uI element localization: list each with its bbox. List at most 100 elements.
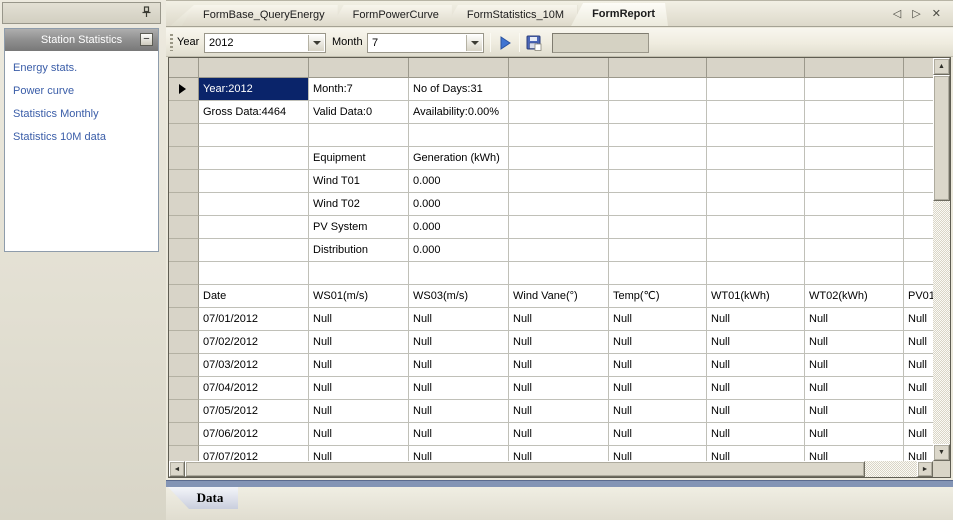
- grid-cell[interactable]: Null: [609, 400, 707, 423]
- grid-cell[interactable]: [309, 262, 409, 285]
- grid-cell[interactable]: 07/05/2012: [199, 400, 309, 423]
- grid-cell[interactable]: Null: [309, 354, 409, 377]
- grid-cell[interactable]: Null: [904, 354, 933, 377]
- row-selector-current[interactable]: [169, 78, 199, 101]
- grid-cell[interactable]: [707, 239, 805, 262]
- sidebar-item-energy-stats[interactable]: Energy stats.: [13, 62, 158, 74]
- grid-cell[interactable]: Null: [707, 354, 805, 377]
- grid-cell[interactable]: Null: [409, 423, 509, 446]
- vertical-scrollbar-thumb[interactable]: [933, 75, 950, 201]
- pin-icon[interactable]: [139, 6, 154, 21]
- grid-cell[interactable]: [509, 193, 609, 216]
- run-query-button[interactable]: [495, 34, 515, 52]
- grid-cell[interactable]: [609, 262, 707, 285]
- grid-cell[interactable]: Null: [609, 308, 707, 331]
- grid-cell[interactable]: Null: [509, 400, 609, 423]
- horizontal-scrollbar-thumb[interactable]: [185, 461, 865, 477]
- grid-cell[interactable]: Null: [805, 331, 904, 354]
- grid-cell[interactable]: 0.000: [409, 216, 509, 239]
- grid-cell[interactable]: [707, 216, 805, 239]
- tab-formstatistics-10m[interactable]: FormStatistics_10M: [446, 5, 577, 26]
- grid-cell[interactable]: [199, 170, 309, 193]
- grid-cell[interactable]: [707, 101, 805, 124]
- grid-cell[interactable]: Null: [409, 377, 509, 400]
- grid-cell[interactable]: Null: [309, 423, 409, 446]
- panel-minimize-button[interactable]: −: [140, 33, 153, 46]
- grid-cell[interactable]: [904, 147, 933, 170]
- vertical-scrollbar-track[interactable]: [933, 201, 950, 444]
- grid-cell[interactable]: Null: [309, 331, 409, 354]
- grid-cell[interactable]: PV01(kWh): [904, 285, 933, 308]
- vertical-scrollbar[interactable]: ▲ ▼: [933, 58, 950, 461]
- grid-cell[interactable]: Null: [904, 377, 933, 400]
- grid-cell[interactable]: Date: [199, 285, 309, 308]
- grid-cell[interactable]: Null: [805, 308, 904, 331]
- grid-cell[interactable]: [609, 170, 707, 193]
- grid-cell[interactable]: Distribution: [309, 239, 409, 262]
- grid-cell[interactable]: [805, 216, 904, 239]
- grid-cell[interactable]: [707, 78, 805, 101]
- grid-cell[interactable]: Null: [805, 423, 904, 446]
- grid-cell[interactable]: Null: [805, 446, 904, 461]
- grid-cell[interactable]: Null: [509, 354, 609, 377]
- grid-cell[interactable]: No of Days:31: [409, 78, 509, 101]
- grid-cell[interactable]: 0.000: [409, 193, 509, 216]
- grid-cell[interactable]: [509, 147, 609, 170]
- row-selector[interactable]: [169, 331, 199, 354]
- grid-cell[interactable]: [509, 262, 609, 285]
- grid-cell[interactable]: Equipment: [309, 147, 409, 170]
- grid-cell[interactable]: Null: [707, 400, 805, 423]
- grid-cell[interactable]: Null: [707, 331, 805, 354]
- row-selector[interactable]: [169, 308, 199, 331]
- grid-column-header[interactable]: [409, 58, 509, 78]
- sidebar-item-statistics-10m[interactable]: Statistics 10M data: [13, 131, 158, 143]
- grid-cell[interactable]: Null: [805, 354, 904, 377]
- grid-cell[interactable]: Null: [409, 446, 509, 461]
- grid-cell[interactable]: [199, 262, 309, 285]
- grid-cell[interactable]: PV System: [309, 216, 409, 239]
- grid-cell[interactable]: [805, 147, 904, 170]
- save-button[interactable]: [524, 34, 544, 52]
- scroll-left-icon[interactable]: ◄: [169, 461, 185, 477]
- grid-cell[interactable]: [904, 216, 933, 239]
- grid-cell[interactable]: [309, 124, 409, 147]
- grid-cell[interactable]: Null: [609, 331, 707, 354]
- grid-cell[interactable]: [509, 101, 609, 124]
- grid-cell[interactable]: [199, 147, 309, 170]
- horizontal-scrollbar[interactable]: ◄ ►: [169, 461, 933, 477]
- grid-cell[interactable]: Null: [609, 446, 707, 461]
- grid-cell[interactable]: Null: [707, 423, 805, 446]
- grid-column-header[interactable]: [904, 58, 933, 78]
- grid-cell[interactable]: Null: [609, 354, 707, 377]
- row-selector[interactable]: [169, 239, 199, 262]
- grid-cell[interactable]: [805, 262, 904, 285]
- grid-cell[interactable]: 07/07/2012: [199, 446, 309, 461]
- grid-cell[interactable]: [805, 124, 904, 147]
- grid-cell[interactable]: [904, 193, 933, 216]
- grid-cell[interactable]: 07/06/2012: [199, 423, 309, 446]
- grid-cell[interactable]: Valid Data:0: [309, 101, 409, 124]
- grid-cell[interactable]: [707, 147, 805, 170]
- row-selector[interactable]: [169, 193, 199, 216]
- row-selector[interactable]: [169, 216, 199, 239]
- grid-cell[interactable]: [904, 262, 933, 285]
- row-selector[interactable]: [169, 423, 199, 446]
- grid-cell[interactable]: Null: [409, 331, 509, 354]
- chevron-down-icon[interactable]: [308, 35, 324, 51]
- grid-cell[interactable]: [199, 239, 309, 262]
- row-selector[interactable]: [169, 377, 199, 400]
- grid-cell[interactable]: [805, 101, 904, 124]
- grid-corner-header[interactable]: [169, 58, 199, 78]
- grid-cell[interactable]: Availability:0.00%: [409, 101, 509, 124]
- grid-cell[interactable]: [904, 239, 933, 262]
- tab-formpowercurve[interactable]: FormPowerCurve: [332, 5, 452, 26]
- grid-cell[interactable]: Null: [309, 377, 409, 400]
- grid-cell[interactable]: 07/03/2012: [199, 354, 309, 377]
- grid-cell[interactable]: Null: [904, 423, 933, 446]
- grid-cell[interactable]: Null: [609, 377, 707, 400]
- grid-cell[interactable]: [707, 193, 805, 216]
- close-tab-icon[interactable]: ✕: [930, 8, 945, 20]
- scroll-tabs-left-icon[interactable]: ◁: [891, 8, 905, 20]
- grid-cell[interactable]: Null: [509, 423, 609, 446]
- row-selector[interactable]: [169, 285, 199, 308]
